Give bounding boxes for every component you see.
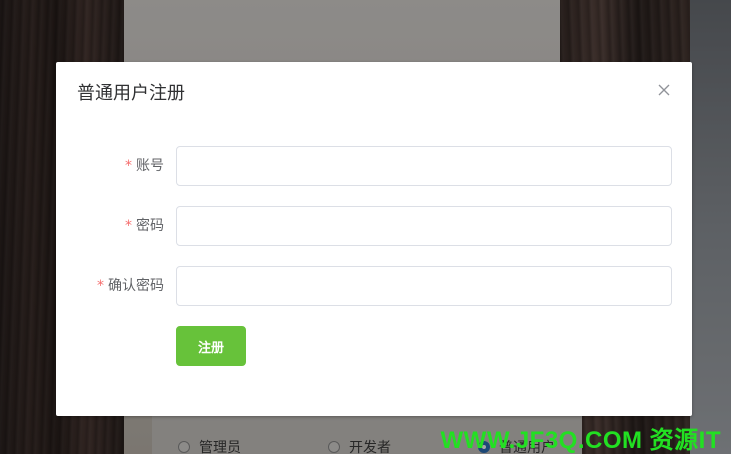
account-input[interactable] <box>176 146 672 186</box>
screen: 管理员 开发者 普通用户 WWW.JF3Q.COM 资源IT 普通用户注册 * 账… <box>0 0 731 454</box>
watermark: WWW.JF3Q.COM 资源IT <box>440 427 721 454</box>
required-mark: * <box>125 158 132 174</box>
register-dialog: 普通用户注册 * 账号 * 密码 * 确认密码 注册 <box>56 62 692 416</box>
required-mark: * <box>125 218 132 234</box>
confirm-password-input[interactable] <box>176 266 672 306</box>
close-icon <box>658 84 670 96</box>
account-label: * 账号 <box>125 146 164 186</box>
form-row-confirm-password: * 确认密码 <box>56 266 692 306</box>
password-label: * 密码 <box>125 206 164 246</box>
close-button[interactable] <box>656 82 672 98</box>
confirm-password-label: * 确认密码 <box>97 266 164 306</box>
password-input[interactable] <box>176 206 672 246</box>
confirm-password-label-text: 确认密码 <box>108 278 164 294</box>
password-label-text: 密码 <box>136 218 164 234</box>
required-mark: * <box>97 278 104 294</box>
account-label-text: 账号 <box>136 158 164 174</box>
dialog-title: 普通用户注册 <box>77 83 185 104</box>
register-button[interactable]: 注册 <box>176 326 246 366</box>
form-row-password: * 密码 <box>56 206 692 246</box>
form-row-account: * 账号 <box>56 146 692 186</box>
